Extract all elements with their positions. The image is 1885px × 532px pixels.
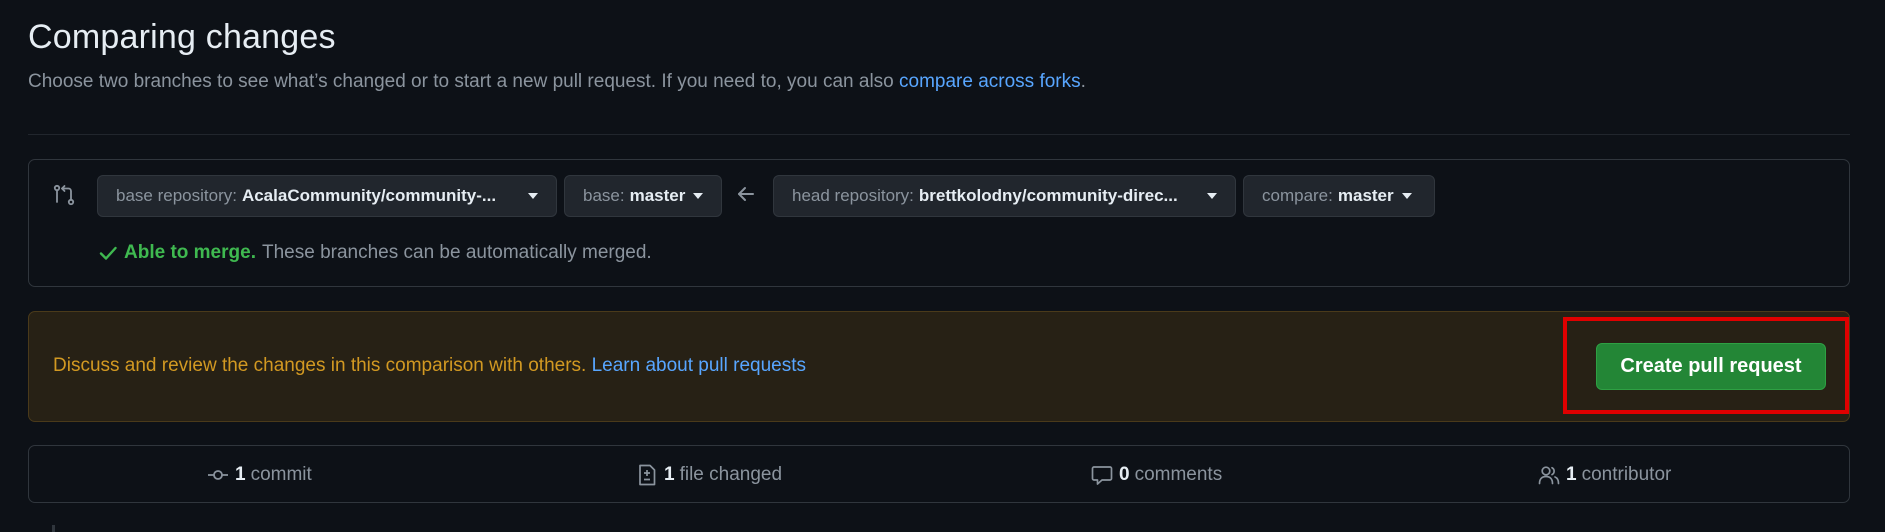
comment-icon (1091, 466, 1113, 485)
comments-stat[interactable]: 0 comments (1091, 464, 1222, 486)
timeline-stub (52, 525, 55, 532)
file-diff-icon (639, 464, 656, 486)
check-icon (99, 246, 117, 260)
files-changed-stat[interactable]: 1 file changed (636, 464, 782, 486)
subtitle-end: . (1080, 71, 1086, 92)
merge-status-label: Able to merge. (124, 242, 256, 263)
commits-stat[interactable]: 1 commit (207, 464, 312, 486)
people-icon (1538, 466, 1560, 485)
comments-label: comments (1134, 464, 1223, 485)
contributors-label: contributor (1581, 464, 1672, 485)
page-subtitle: Choose two branches to see what’s change… (28, 71, 1086, 93)
compare-page: Comparing changes Choose two branches to… (0, 0, 1885, 532)
base-repository-label: base repository: (116, 186, 237, 205)
chevron-down-icon (1401, 193, 1412, 199)
files-count: 1 (664, 464, 675, 485)
compare-branch-select[interactable]: compare: master (1243, 175, 1435, 217)
compare-branch-value: master (1337, 186, 1394, 205)
compare-branch-label: compare: (1262, 186, 1333, 205)
head-repository-select[interactable]: head repository: brettkolodny/community-… (773, 175, 1236, 217)
flash-message: Discuss and review the changes in this c… (53, 355, 806, 377)
merge-status-message: These branches can be automatically merg… (261, 242, 652, 263)
compare-across-forks-link[interactable]: compare across forks (899, 71, 1081, 92)
chevron-down-icon (1207, 193, 1217, 199)
base-branch-value: master (629, 186, 686, 205)
base-repository-value: AcalaCommunity/community-... (241, 186, 497, 205)
contributors-stat[interactable]: 1 contributor (1538, 464, 1671, 486)
comments-count: 0 (1119, 464, 1130, 485)
header-divider (28, 134, 1850, 135)
base-branch-label: base: (583, 186, 625, 205)
learn-pull-requests-link[interactable]: Learn about pull requests (592, 355, 806, 376)
chevron-down-icon (693, 193, 704, 199)
files-label: file changed (679, 464, 783, 485)
git-compare-icon (53, 184, 75, 206)
git-commit-icon (208, 470, 228, 480)
page-title: Comparing changes (28, 18, 336, 56)
create-pull-request-button[interactable]: Create pull request (1596, 343, 1826, 390)
subtitle-text: Choose two branches to see what’s change… (28, 71, 900, 92)
head-repository-value: brettkolodny/community-direc... (918, 186, 1178, 205)
base-branch-select[interactable]: base: master (564, 175, 722, 217)
merge-status: Able to merge. These branches can be aut… (98, 242, 652, 264)
commits-count: 1 (235, 464, 246, 485)
base-repository-select[interactable]: base repository: AcalaCommunity/communit… (97, 175, 557, 217)
contributors-count: 1 (1566, 464, 1577, 485)
head-repository-label: head repository: (792, 186, 914, 205)
chevron-down-icon (528, 193, 538, 199)
commits-label: commit (250, 464, 312, 485)
flash-text: Discuss and review the changes in this c… (53, 355, 592, 376)
arrow-left-icon (738, 187, 754, 201)
